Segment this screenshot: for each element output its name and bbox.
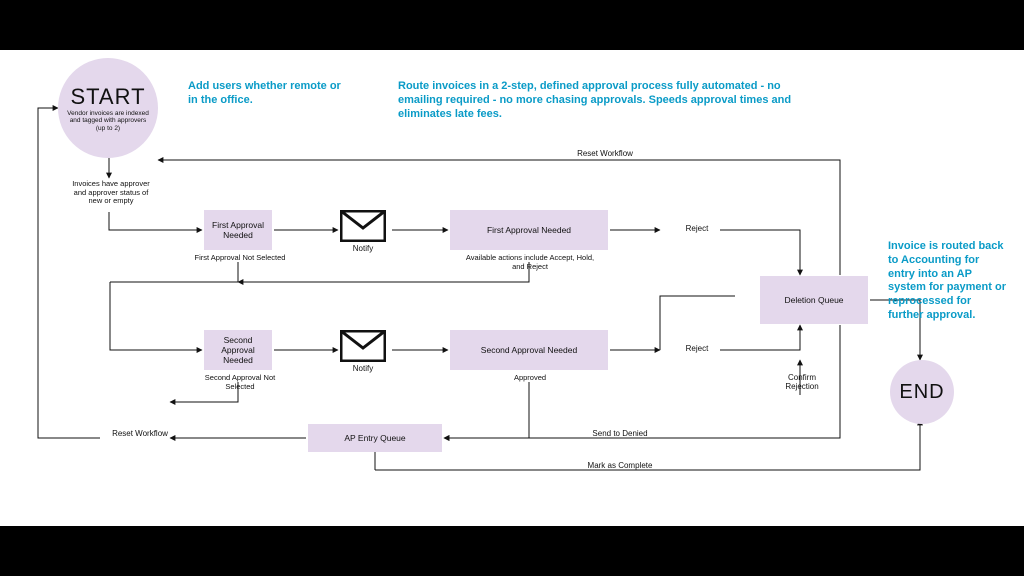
annotation-routed-back: Invoice is routed back to Accounting for… xyxy=(888,240,1008,323)
mail-icon xyxy=(340,210,386,242)
box-second-approval-needed: Second Approval Needed xyxy=(204,330,272,370)
label-reject-1: Reject xyxy=(672,225,722,234)
notify-mail-2: Notify xyxy=(340,330,386,373)
start-node: START Vendor invoices are indexed and ta… xyxy=(58,58,158,158)
box-first-approval-needed: First Approval Needed xyxy=(204,210,272,250)
label-mark-complete: Mark as Complete xyxy=(570,462,670,471)
annotation-route: Route invoices in a 2-step, defined appr… xyxy=(398,80,798,121)
caption-first-not-selected: First Approval Not Selected xyxy=(190,254,290,263)
annotation-add-users: Add users whether remote or in the offic… xyxy=(188,80,348,108)
box-first-approval-wide: First Approval Needed xyxy=(450,210,608,250)
mail-icon xyxy=(340,330,386,362)
start-title: START xyxy=(70,84,145,110)
notify-label-2: Notify xyxy=(353,364,373,373)
end-title: END xyxy=(899,381,944,404)
label-reject-2: Reject xyxy=(672,345,722,354)
start-subtitle: Vendor invoices are indexed and tagged w… xyxy=(58,110,158,132)
label-reset-workflow-left: Reset Workflow xyxy=(100,430,180,439)
box-second-approval-wide: Second Approval Needed xyxy=(450,330,608,370)
notify-label-1: Notify xyxy=(353,244,373,253)
label-reset-workflow-top: Reset Workflow xyxy=(560,150,650,159)
label-send-to-denied: Send to Denied xyxy=(580,430,660,439)
label-confirm-rejection: Confirm Rejection xyxy=(776,374,828,392)
caption-approved: Approved xyxy=(500,374,560,383)
caption-invoices-have: Invoices have approver and approver stat… xyxy=(66,180,156,206)
caption-second-not-selected: Second Approval Not Selected xyxy=(196,374,284,391)
box-deletion-queue: Deletion Queue xyxy=(760,276,868,324)
notify-mail-1: Notify xyxy=(340,210,386,253)
end-node: END xyxy=(890,360,954,424)
flowchart-canvas: START Vendor invoices are indexed and ta… xyxy=(0,50,1024,526)
box-ap-entry-queue: AP Entry Queue xyxy=(308,424,442,452)
caption-available-actions: Available actions include Accept, Hold, … xyxy=(460,254,600,271)
